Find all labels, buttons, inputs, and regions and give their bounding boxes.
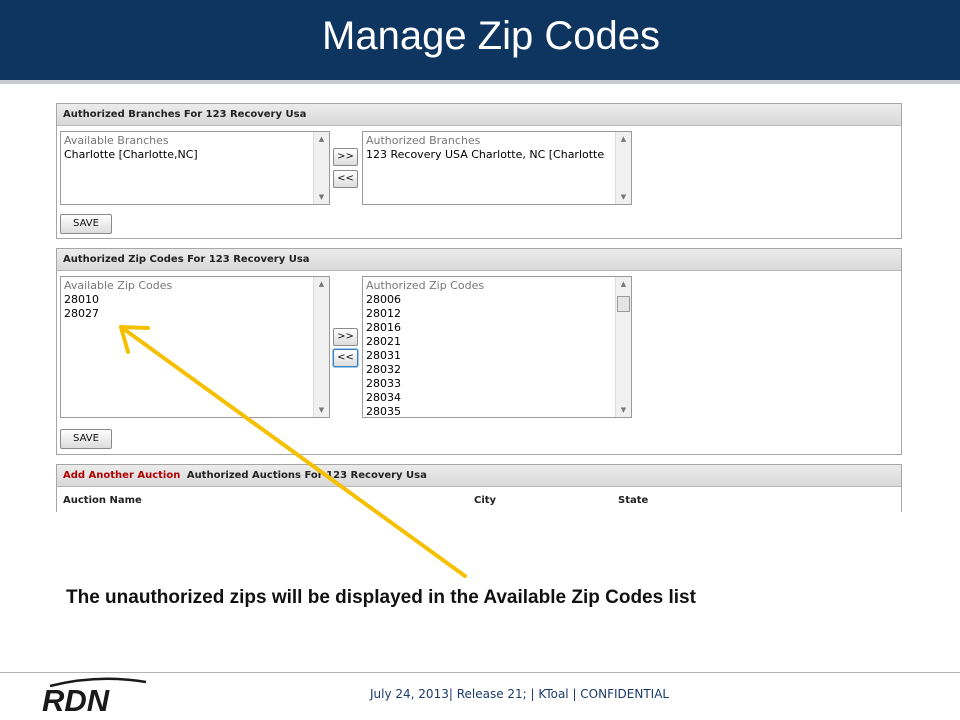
list-item[interactable]: 28012: [363, 307, 631, 321]
branches-panel-header: Authorized Branches For 123 Recovery Usa: [57, 104, 901, 126]
add-zip-button[interactable]: >>: [333, 328, 358, 346]
scrollbar[interactable]: ▲ ▼: [313, 132, 329, 204]
list-item[interactable]: 28006: [363, 293, 631, 307]
zip-codes-panel: Authorized Zip Codes For 123 Recovery Us…: [56, 248, 902, 455]
svg-text:RDN: RDN: [42, 683, 110, 716]
scrollbar[interactable]: ▲ ▼: [615, 132, 631, 204]
scroll-down-icon[interactable]: ▼: [314, 190, 329, 204]
scrollbar[interactable]: ▲ ▼: [313, 277, 329, 417]
available-zip-codes-caption: Available Zip Codes: [64, 279, 173, 292]
remove-zip-button[interactable]: <<: [333, 349, 358, 367]
add-auction-link[interactable]: Add Another Auction: [63, 470, 180, 481]
auctions-panel: Add Another Auction Authorized Auctions …: [56, 464, 902, 512]
scrollbar[interactable]: ▲ ▼: [615, 277, 631, 417]
authorized-branches-list[interactable]: Authorized Branches 123 Recovery USA Cha…: [362, 131, 632, 205]
scroll-thumb[interactable]: [617, 296, 630, 312]
remove-branch-button[interactable]: <<: [333, 170, 358, 188]
authorized-zip-codes-caption: Authorized Zip Codes: [366, 279, 485, 292]
scroll-down-icon[interactable]: ▼: [616, 403, 631, 417]
list-item[interactable]: Charlotte [Charlotte,NC]: [61, 148, 329, 162]
title-bar: Manage Zip Codes: [0, 0, 960, 84]
branches-panel: Authorized Branches For 123 Recovery Usa…: [56, 103, 902, 239]
footer-text: July 24, 2013| Release 21; | KToal | CON…: [370, 687, 670, 701]
scroll-up-icon[interactable]: ▲: [616, 277, 631, 291]
list-item[interactable]: 28021: [363, 335, 631, 349]
list-item[interactable]: 28032: [363, 363, 631, 377]
list-item[interactable]: 28033: [363, 377, 631, 391]
list-item[interactable]: 28010: [61, 293, 329, 307]
title-bar-shadow: [0, 80, 960, 84]
column-header-auction-name[interactable]: Auction Name: [63, 495, 142, 506]
list-item[interactable]: 28016: [363, 321, 631, 335]
scroll-up-icon[interactable]: ▲: [616, 132, 631, 146]
list-item[interactable]: 28035: [363, 405, 631, 417]
auctions-panel-title: Authorized Auctions For 123 Recovery Usa: [186, 470, 427, 481]
scroll-up-icon[interactable]: ▲: [314, 277, 329, 291]
available-branches-list[interactable]: Available Branches Charlotte [Charlotte,…: [60, 131, 330, 205]
column-header-city[interactable]: City: [474, 495, 496, 506]
list-item[interactable]: 123 Recovery USA Charlotte, NC [Charlott…: [363, 148, 631, 162]
add-branch-button[interactable]: >>: [333, 148, 358, 166]
zip-codes-panel-header: Authorized Zip Codes For 123 Recovery Us…: [57, 249, 901, 271]
authorized-zip-codes-list[interactable]: Authorized Zip Codes 28006 28012 28016 2…: [362, 276, 632, 418]
list-item[interactable]: 28031: [363, 349, 631, 363]
slide-title: Manage Zip Codes: [322, 14, 660, 58]
footer-divider: [0, 672, 960, 673]
scroll-up-icon[interactable]: ▲: [314, 132, 329, 146]
scroll-down-icon[interactable]: ▼: [314, 403, 329, 417]
rdn-logo: RDN: [38, 676, 150, 720]
authorized-branches-caption: Authorized Branches: [366, 134, 481, 147]
auctions-panel-header: Add Another Auction Authorized Auctions …: [57, 465, 901, 487]
list-item[interactable]: 28034: [363, 391, 631, 405]
available-branches-caption: Available Branches: [64, 134, 169, 147]
list-item[interactable]: 28027: [61, 307, 329, 321]
save-branches-button[interactable]: SAVE: [60, 214, 112, 234]
slide-caption: The unauthorized zips will be displayed …: [66, 587, 696, 608]
available-zip-codes-list[interactable]: Available Zip Codes 28010 28027 ▲ ▼: [60, 276, 330, 418]
save-zip-codes-button[interactable]: SAVE: [60, 429, 112, 449]
column-header-state[interactable]: State: [618, 495, 648, 506]
scroll-down-icon[interactable]: ▼: [616, 190, 631, 204]
